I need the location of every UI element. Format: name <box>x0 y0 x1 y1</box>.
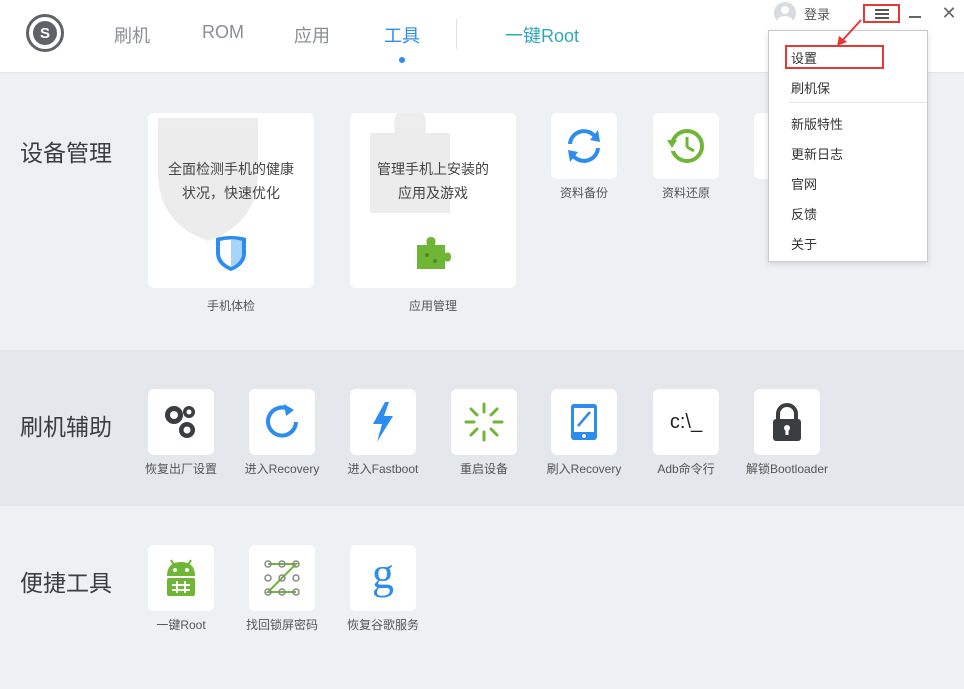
main-menu-dropdown: 设置 刷机保 新版特性 更新日志 官网 反馈 关于 <box>768 30 928 262</box>
section-title-device: 设备管理 <box>20 140 112 166</box>
refresh-icon <box>266 404 298 438</box>
hidden-tile-partial[interactable] <box>754 113 768 179</box>
flash-recovery-tile[interactable] <box>551 389 617 455</box>
menu-button[interactable] <box>863 4 900 23</box>
menu-icon <box>874 8 889 19</box>
recover-lock-password-label: 找回锁屏密码 <box>245 618 318 632</box>
minimize-button[interactable] <box>900 2 930 24</box>
enter-recovery-label: 进入Recovery <box>244 462 320 476</box>
minimize-icon <box>909 16 921 18</box>
menu-item-feedback[interactable]: 反馈 <box>791 204 817 223</box>
adb-tile[interactable]: c:\_ <box>653 389 719 455</box>
tab-tools[interactable]: 工具 <box>384 22 420 48</box>
menu-divider <box>789 102 927 103</box>
gears-icon <box>165 406 195 438</box>
restore-clock-icon <box>666 129 704 163</box>
one-click-root-tile[interactable] <box>148 545 214 611</box>
backup-tile[interactable] <box>551 113 617 179</box>
menu-item-about[interactable]: 关于 <box>791 234 817 253</box>
app-manage-card[interactable]: 管理手机上安装的 应用及游戏 <box>350 113 516 288</box>
close-icon: ✕ <box>941 2 957 23</box>
app-manage-label: 应用管理 <box>408 299 457 313</box>
adb-label: Adb命令行 <box>657 462 715 476</box>
section-quick-tools: 便捷工具 一键Root 找回锁屏密码 g 恢复谷歌服务 <box>0 506 964 689</box>
phone-check-desc-line2: 状况，快速优化 <box>182 185 280 201</box>
google-icon: g <box>372 549 394 598</box>
restore-google-label: 恢复谷歌服务 <box>346 618 419 632</box>
tablet-icon <box>571 404 597 440</box>
phone-check-desc-line1: 全面检测手机的健康 <box>168 161 294 177</box>
phone-check-label: 手机体检 <box>206 299 255 313</box>
phone-check-card[interactable]: 全面检测手机的健康 状况，快速优化 <box>148 113 314 288</box>
logo-icon: S <box>26 14 64 52</box>
tab-one-click-root[interactable]: 一键Root <box>505 22 579 48</box>
reboot-tile[interactable] <box>451 389 517 455</box>
backup-label: 资料备份 <box>559 186 608 200</box>
factory-reset-label: 恢复出厂设置 <box>144 462 217 476</box>
menu-item-new-features[interactable]: 新版特性 <box>791 114 843 133</box>
android-icon <box>167 559 195 596</box>
puzzle-icon <box>413 233 453 273</box>
login-button[interactable]: 登录 <box>774 0 830 26</box>
app-manage-desc-line2: 应用及游戏 <box>398 185 468 201</box>
enter-fastboot-tile[interactable] <box>350 389 416 455</box>
sync-icon <box>568 129 600 163</box>
flash-recovery-label: 刷入Recovery <box>546 462 622 476</box>
lightning-icon <box>373 402 393 442</box>
user-icon <box>774 2 796 24</box>
menu-item-flash-insurance[interactable]: 刷机保 <box>791 78 830 97</box>
shield-icon <box>211 233 251 273</box>
unlock-bootloader-label: 解锁Bootloader <box>745 462 829 476</box>
menu-item-changelog[interactable]: 更新日志 <box>791 144 843 163</box>
section-title-tools: 便捷工具 <box>20 570 112 596</box>
menu-item-website[interactable]: 官网 <box>791 174 817 193</box>
active-tab-indicator <box>399 57 405 63</box>
restore-label: 资料还原 <box>661 186 710 200</box>
lock-icon <box>773 403 801 441</box>
phone-check-desc: 全面检测手机的健康 状况，快速优化 <box>148 157 314 205</box>
tab-apps[interactable]: 应用 <box>294 22 330 48</box>
unlock-bootloader-tile[interactable] <box>754 389 820 455</box>
close-button[interactable]: ✕ <box>934 2 964 24</box>
tab-rom[interactable]: ROM <box>202 22 244 43</box>
section-title-flash: 刷机辅助 <box>20 414 112 440</box>
factory-reset-tile[interactable] <box>148 389 214 455</box>
tab-flash[interactable]: 刷机 <box>114 22 150 48</box>
recover-lock-password-tile[interactable] <box>249 545 315 611</box>
app-manage-desc: 管理手机上安装的 应用及游戏 <box>350 157 516 205</box>
reboot-label: 重启设备 <box>459 462 508 476</box>
loading-icon <box>464 402 504 442</box>
terminal-icon: c:\_ <box>669 410 703 433</box>
nav-divider <box>456 19 457 49</box>
enter-fastboot-label: 进入Fastboot <box>347 462 419 476</box>
menu-item-settings[interactable]: 设置 <box>791 48 817 67</box>
one-click-root-label: 一键Root <box>156 618 206 632</box>
login-label: 登录 <box>804 6 831 22</box>
restore-google-tile[interactable]: g <box>350 545 416 611</box>
restore-tile[interactable] <box>653 113 719 179</box>
section-flash-assist: 刷机辅助 恢复出厂设置 进入Recovery 进入Fastboot 重启设备 刷… <box>0 350 964 506</box>
annotation-arrow <box>837 19 862 46</box>
enter-recovery-tile[interactable] <box>249 389 315 455</box>
pattern-icon <box>264 560 300 596</box>
app-manage-desc-line1: 管理手机上安装的 <box>377 161 489 177</box>
